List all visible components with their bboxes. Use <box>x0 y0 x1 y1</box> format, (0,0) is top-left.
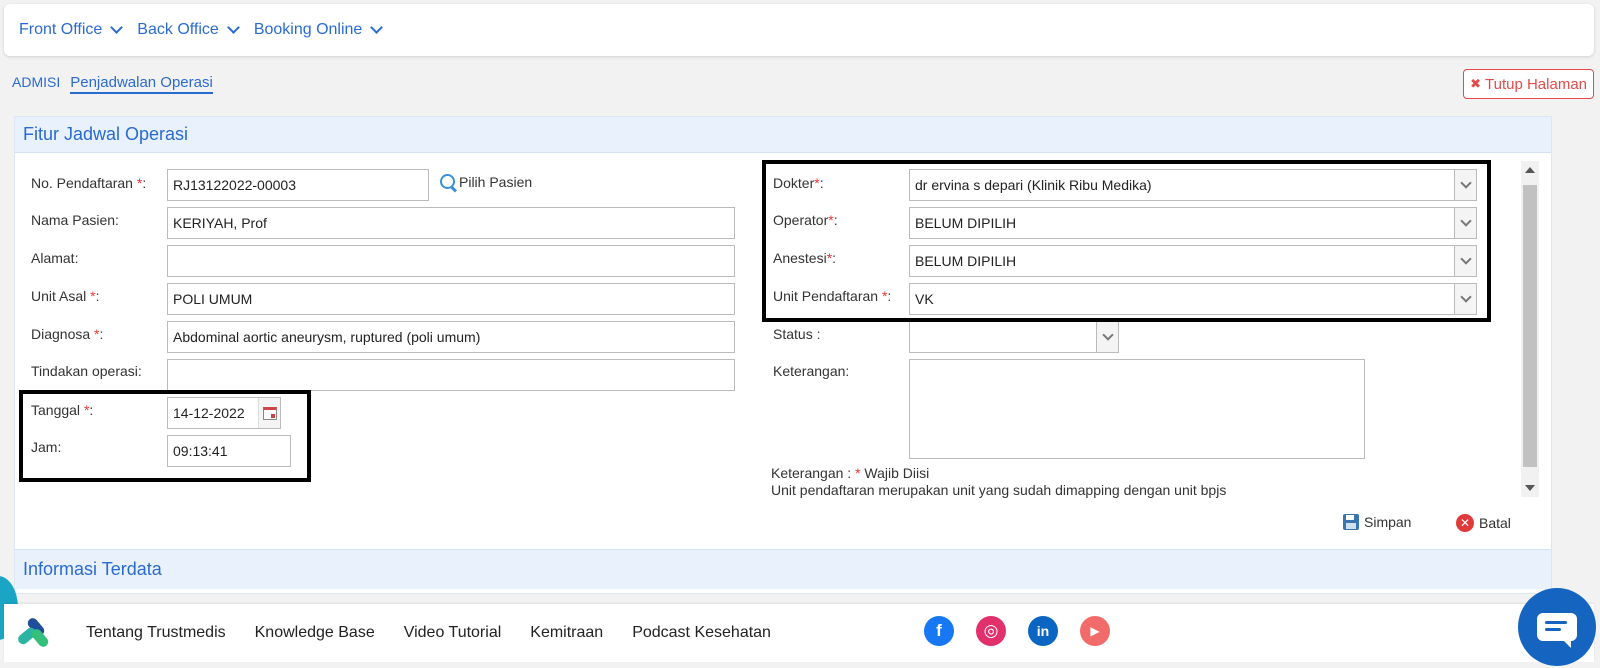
nama-pasien-label: Nama Pasien: <box>31 212 119 228</box>
panel-title: Fitur Jadwal Operasi <box>15 117 1551 153</box>
jam-input[interactable]: 09:13:41 <box>167 435 291 467</box>
close-page-button[interactable]: ✖ Tutup Halaman <box>1463 69 1594 99</box>
footer-link-podcast[interactable]: Podcast Kesehatan <box>632 624 771 642</box>
anestesi-label: Anestesi*: <box>773 250 837 266</box>
jam-label: Jam: <box>31 439 62 455</box>
informasi-terdata-title: Informasi Terdata <box>15 549 1551 589</box>
nav-back-office[interactable]: Back Office <box>137 21 240 39</box>
unit-pendaftaran-label: Unit Pendaftaran *: <box>773 288 892 304</box>
chevron-down-icon <box>1459 177 1472 189</box>
chat-bubble-icon <box>1537 613 1577 648</box>
nav-booking-online[interactable]: Booking Online <box>254 21 384 39</box>
status-dropdown-button[interactable] <box>1096 322 1118 352</box>
breadcrumb: ADMISI Penjadwalan Operasi <box>12 74 213 94</box>
footer-link-knowledge-base[interactable]: Knowledge Base <box>255 624 375 642</box>
chevron-down-icon <box>1459 253 1472 265</box>
youtube-icon[interactable]: ▶ <box>1080 616 1110 646</box>
breadcrumb-penjadwalan-operasi[interactable]: Penjadwalan Operasi <box>70 74 213 94</box>
form-scrollbar[interactable] <box>1521 161 1539 497</box>
note-line-2: Unit pendaftaran merupakan unit yang sud… <box>771 482 1227 498</box>
footer: Tentang Trustmedis Knowledge Base Video … <box>4 604 1594 662</box>
chevron-down-icon <box>110 21 124 34</box>
cancel-button[interactable]: ✕ Batal <box>1456 514 1511 532</box>
status-label: Status : <box>773 326 821 342</box>
chevron-down-icon <box>1459 291 1472 303</box>
top-navigation: Front Office Back Office Booking Online <box>4 4 1594 56</box>
unit-pendaftaran-select[interactable]: VK <box>909 283 1477 315</box>
scroll-up-arrow-icon[interactable] <box>1525 167 1535 173</box>
footer-link-video-tutorial[interactable]: Video Tutorial <box>404 624 502 642</box>
operator-label: Operator*: <box>773 212 838 228</box>
no-pendaftaran-input[interactable]: RJ13122022-00003 <box>167 169 429 201</box>
social-links: f ◎ in ▶ <box>924 616 1110 646</box>
scroll-down-arrow-icon[interactable] <box>1525 485 1535 491</box>
dokter-label: Dokter*: <box>773 175 824 191</box>
tindakan-operasi-label: Tindakan operasi: <box>31 363 142 379</box>
close-icon: ✖ <box>1470 76 1481 91</box>
diagnosa-input[interactable]: Abdominal aortic aneurysm, ruptured (pol… <box>167 321 735 353</box>
operator-dropdown-button[interactable] <box>1454 208 1476 238</box>
unit-asal-label: Unit Asal *: <box>31 288 100 304</box>
dokter-dropdown-button[interactable] <box>1454 170 1476 200</box>
nama-pasien-input[interactable]: KERIYAH, Prof <box>167 207 735 239</box>
anestesi-dropdown-button[interactable] <box>1454 246 1476 276</box>
chevron-down-icon <box>226 21 240 34</box>
cancel-x-icon: ✕ <box>1456 514 1474 532</box>
tindakan-operasi-input[interactable] <box>167 359 735 391</box>
facebook-icon[interactable]: f <box>924 616 954 646</box>
keterangan-textarea[interactable] <box>909 359 1365 459</box>
floppy-disk-icon <box>1343 514 1359 530</box>
dokter-select[interactable]: dr ervina s depari (Klinik Ribu Medika) <box>909 169 1477 201</box>
chevron-down-icon <box>1459 215 1472 227</box>
operator-select[interactable]: BELUM DIPILIH <box>909 207 1477 239</box>
chevron-down-icon <box>370 21 384 34</box>
diagnosa-label: Diagnosa *: <box>31 326 104 342</box>
search-icon <box>439 173 457 191</box>
no-pendaftaran-label: No. Pendaftaran *: <box>31 175 147 191</box>
status-select[interactable] <box>909 321 1119 353</box>
tanggal-label: Tanggal *: <box>31 402 94 418</box>
alamat-label: Alamat: <box>31 250 79 266</box>
form-panel: Fitur Jadwal Operasi No. Pendaftaran *: … <box>14 116 1552 594</box>
linkedin-icon[interactable]: in <box>1028 616 1058 646</box>
scroll-thumb[interactable] <box>1523 185 1537 467</box>
unit-pendaftaran-dropdown-button[interactable] <box>1454 284 1476 314</box>
nav-front-office[interactable]: Front Office <box>19 21 124 39</box>
keterangan-label: Keterangan: <box>773 363 850 379</box>
chat-button[interactable] <box>1518 588 1596 666</box>
breadcrumb-admisi[interactable]: ADMISI <box>12 74 60 90</box>
calendar-button[interactable] <box>258 398 280 428</box>
calendar-icon <box>262 406 277 420</box>
alamat-input[interactable] <box>167 245 735 277</box>
pilih-pasien-button[interactable]: Pilih Pasien <box>439 173 532 191</box>
footer-link-kemitraan[interactable]: Kemitraan <box>530 624 603 642</box>
tanggal-input[interactable]: 14-12-2022 <box>167 397 281 429</box>
form-note: Keterangan : * Wajib Diisi Unit pendafta… <box>771 465 1227 498</box>
anestesi-select[interactable]: BELUM DIPILIH <box>909 245 1477 277</box>
save-button[interactable]: Simpan <box>1343 514 1411 530</box>
footer-link-tentang[interactable]: Tentang Trustmedis <box>86 624 226 642</box>
unit-asal-input[interactable]: POLI UMUM <box>167 283 735 315</box>
chevron-down-icon <box>1101 329 1114 341</box>
instagram-icon[interactable]: ◎ <box>976 616 1006 646</box>
trustmedis-logo[interactable] <box>16 616 52 649</box>
